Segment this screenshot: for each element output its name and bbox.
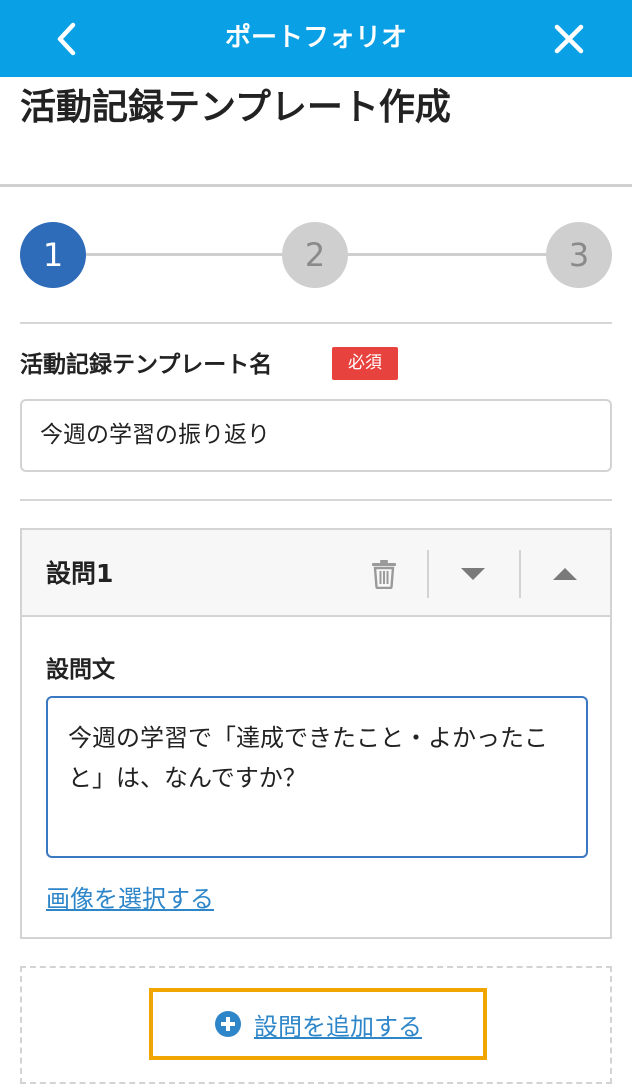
page-title: 活動記録テンプレート作成	[20, 87, 451, 128]
move-up-button[interactable]	[542, 530, 588, 617]
stepper: 1 2 3	[20, 222, 612, 288]
question-title: 設問1	[46, 559, 114, 588]
add-question-area: 設問を追加する	[20, 966, 612, 1084]
question-card: 設問1 設問文 今週の学習で「達成できたこと・よかったこと」は、なんですか？ 画…	[20, 528, 612, 939]
step-1: 1	[20, 222, 86, 288]
app-header: ポートフォリオ	[0, 0, 632, 77]
plus-circle-icon	[215, 1011, 241, 1037]
close-button[interactable]	[544, 14, 594, 64]
chevron-left-icon	[57, 22, 76, 56]
template-name-input[interactable]: 今週の学習の振り返り	[20, 399, 612, 472]
question-card-header: 設問1	[22, 530, 610, 617]
question-text-input[interactable]: 今週の学習で「達成できたこと・よかったこと」は、なんですか？	[46, 696, 588, 858]
move-down-button[interactable]	[450, 530, 496, 617]
header-separator	[427, 550, 429, 598]
question-text-label: 設問文	[46, 657, 115, 683]
required-badge: 必須	[332, 347, 398, 380]
divider	[20, 499, 612, 501]
step-2: 2	[282, 222, 348, 288]
close-icon	[554, 24, 584, 54]
delete-question-button[interactable]	[362, 530, 406, 617]
header-separator	[519, 550, 521, 598]
caret-down-icon	[461, 567, 485, 580]
add-question-label: 設問を追加する	[254, 1012, 422, 1041]
template-name-label: 活動記録テンプレート名	[20, 352, 273, 378]
divider	[20, 322, 612, 324]
stepper-line-1	[86, 253, 282, 256]
caret-up-icon	[553, 567, 577, 580]
trash-icon	[372, 559, 396, 589]
back-button[interactable]	[44, 14, 88, 64]
add-question-button[interactable]: 設問を追加する	[149, 988, 487, 1060]
step-3: 3	[546, 222, 612, 288]
header-title: ポートフォリオ	[224, 23, 407, 53]
stepper-line-2	[348, 253, 546, 256]
select-image-link[interactable]: 画像を選択する	[46, 879, 214, 914]
title-divider	[0, 184, 632, 187]
